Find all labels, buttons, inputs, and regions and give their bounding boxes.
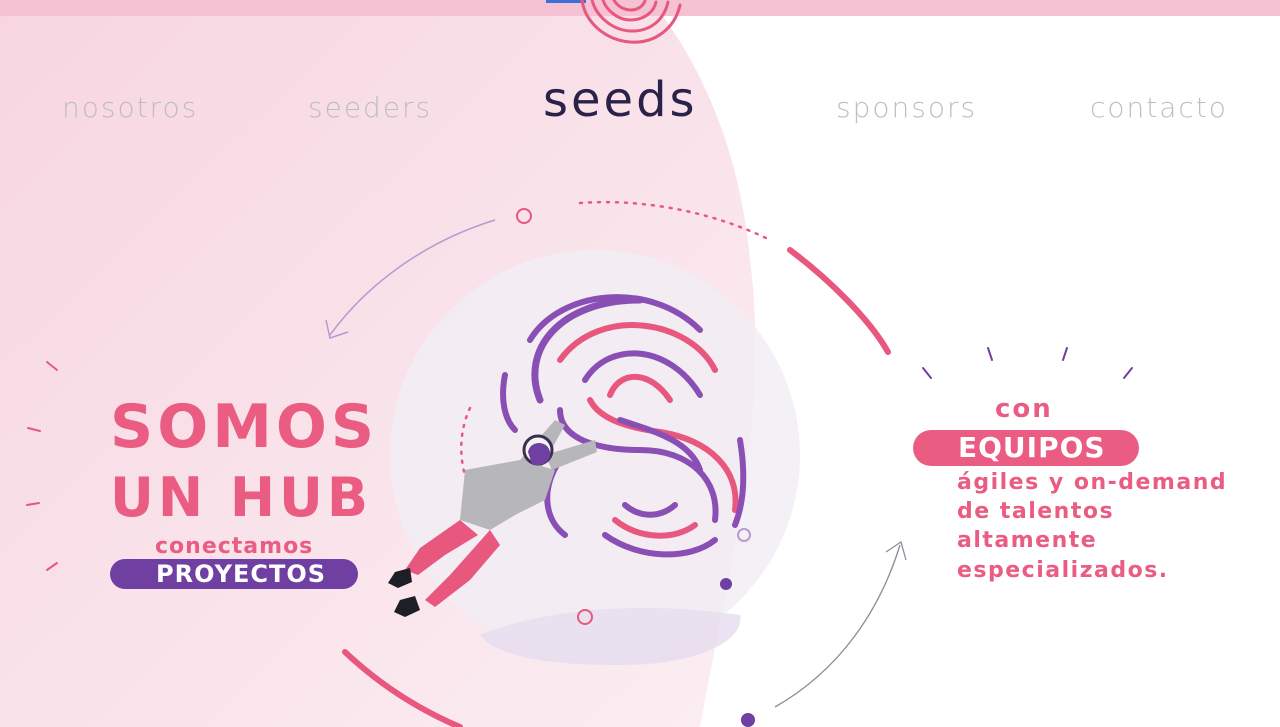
teams-desc-line: ágiles y on-demand (957, 470, 1228, 495)
teams-desc-line: altamente (957, 528, 1098, 553)
projects-pill-label: PROYECTOS (156, 560, 327, 588)
hero-heading-line2: UN HUB (110, 466, 373, 529)
fingerprint-top-icon (580, 0, 682, 44)
arrow-bottom-right-icon (774, 544, 901, 708)
teams-con-text: con (995, 394, 1053, 424)
hero-heading-line1: SOMOS (110, 392, 379, 462)
teams-desc-line: especializados. (957, 558, 1169, 583)
hero-illustration (26, 0, 1133, 727)
hero-connect-text: conectamos (155, 534, 314, 559)
teams-desc-line: de talentos (957, 499, 1115, 524)
teams-pill-label: EQUIPOS (958, 431, 1106, 464)
